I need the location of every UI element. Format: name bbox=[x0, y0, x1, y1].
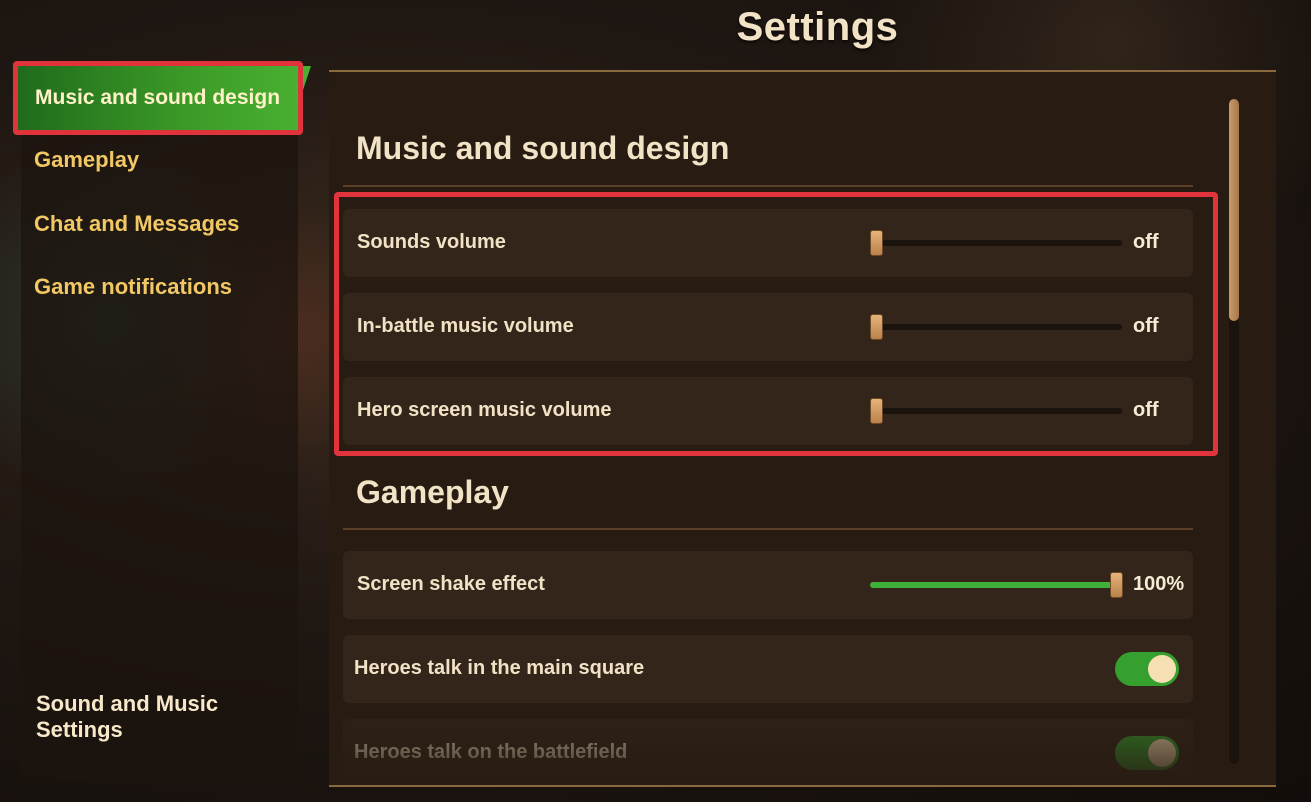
highlight-box-volume-group bbox=[334, 192, 1218, 456]
slider-value: 100% bbox=[1133, 573, 1185, 595]
scrollbar-thumb[interactable] bbox=[1229, 99, 1239, 321]
settings-panel: Music and sound design Sounds volume off… bbox=[329, 70, 1276, 787]
screen-shake-slider[interactable] bbox=[870, 572, 1123, 598]
sidebar: Gameplay Chat and Messages Game notifica… bbox=[21, 70, 298, 782]
setting-row-heroes-talk-battlefield: Heroes talk on the battlefield bbox=[343, 719, 1193, 785]
section-divider bbox=[343, 185, 1193, 187]
toggle-knob bbox=[1148, 655, 1176, 683]
heroes-talk-battlefield-toggle[interactable] bbox=[1115, 736, 1179, 770]
setting-label: Heroes talk in the main square bbox=[354, 657, 645, 679]
heroes-talk-main-square-toggle[interactable] bbox=[1115, 652, 1179, 686]
sidebar-item-gameplay[interactable]: Gameplay bbox=[34, 147, 139, 173]
section-title-gameplay: Gameplay bbox=[356, 474, 509, 510]
setting-label: Screen shake effect bbox=[357, 573, 545, 595]
setting-row-heroes-talk-main-square: Heroes talk in the main square bbox=[343, 635, 1193, 703]
section-title-music: Music and sound design bbox=[356, 130, 730, 166]
highlight-box-nav bbox=[13, 61, 303, 135]
slider-fill bbox=[870, 582, 1116, 588]
toggle-knob bbox=[1148, 739, 1176, 767]
section-divider bbox=[343, 528, 1193, 530]
sidebar-footer-label: Sound and Music Settings bbox=[36, 691, 219, 742]
setting-row-screen-shake-effect: Screen shake effect 100% bbox=[343, 551, 1193, 619]
sidebar-item-game-notifications[interactable]: Game notifications bbox=[34, 274, 232, 300]
slider-thumb[interactable] bbox=[1110, 572, 1123, 598]
scrollbar[interactable] bbox=[1229, 99, 1239, 764]
sidebar-item-chat-and-messages[interactable]: Chat and Messages bbox=[34, 211, 239, 237]
page-title: Settings bbox=[736, 5, 899, 49]
setting-label: Heroes talk on the battlefield bbox=[354, 741, 628, 763]
